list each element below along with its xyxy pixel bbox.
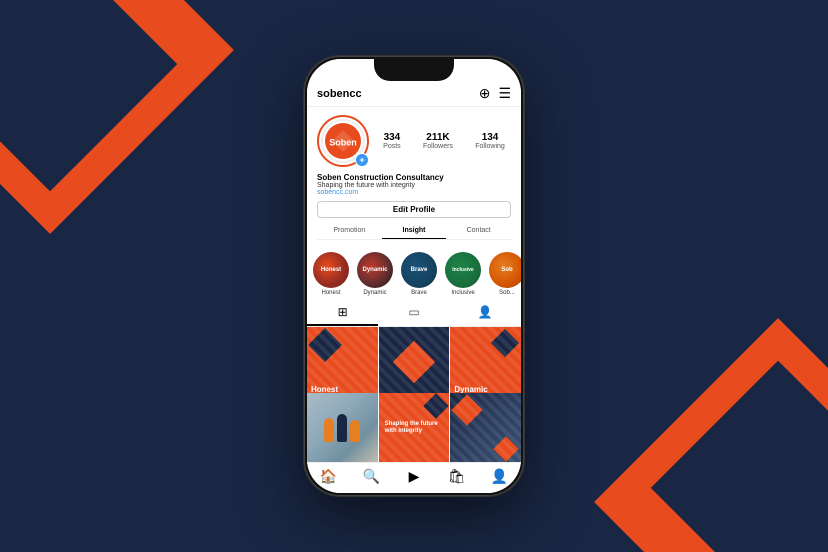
post2-stripes bbox=[379, 327, 450, 398]
highlight-inclusive[interactable]: Inclusive Inclusive bbox=[445, 252, 481, 296]
nav-shop[interactable]: 🛍 bbox=[435, 468, 478, 485]
ig-profile-section: Soben + 334 Posts bbox=[307, 107, 521, 248]
post-1-honest[interactable]: Honest Soben bbox=[307, 327, 378, 398]
highlight-dynamic[interactable]: Dynamic Dynamic bbox=[357, 252, 393, 296]
worker1 bbox=[324, 418, 334, 442]
highlight-brave[interactable]: Brave Brave bbox=[401, 252, 437, 296]
highlight-dynamic-label: Dynamic bbox=[363, 290, 386, 296]
highlight-inclusive-label: Inclusive bbox=[451, 290, 474, 296]
post3-stripes bbox=[450, 327, 521, 398]
post6-stripes bbox=[450, 393, 521, 462]
bio-name: Soben Construction Consultancy bbox=[317, 173, 511, 182]
post-6-dark-pattern[interactable] bbox=[450, 393, 521, 462]
post-2-dark[interactable] bbox=[379, 327, 450, 398]
phone-screen: sobencc ⊕ ☰ bbox=[307, 59, 521, 493]
profile-top: Soben + 334 Posts bbox=[317, 115, 511, 167]
followers-stat: 211K Followers bbox=[423, 132, 453, 150]
tab-promotion[interactable]: Promotion bbox=[317, 223, 382, 239]
edit-profile-button[interactable]: Edit Profile bbox=[317, 201, 511, 218]
avatar-container: Soben + bbox=[317, 115, 369, 167]
highlight-soben[interactable]: Sob Sob... bbox=[489, 252, 521, 296]
post-grid: Honest Soben Dynamic bbox=[307, 327, 521, 462]
view-toggle: ⊞ ▭ 👤 bbox=[307, 300, 521, 327]
worker3 bbox=[350, 420, 360, 442]
following-stat: 134 Following bbox=[475, 132, 505, 150]
menu-lines-icon[interactable]: ☰ bbox=[498, 85, 511, 102]
followers-label: Followers bbox=[423, 143, 453, 150]
post-3-dynamic[interactable]: Dynamic bbox=[450, 327, 521, 398]
post-4-workers[interactable] bbox=[307, 393, 378, 462]
plus-square-icon[interactable]: ⊕ bbox=[479, 85, 491, 102]
highlight-honest-label: Honest bbox=[321, 290, 340, 296]
post-5-shaping[interactable]: Shaping the future with integrity bbox=[379, 393, 450, 462]
followers-count: 211K bbox=[423, 132, 453, 143]
tab-contact[interactable]: Contact bbox=[446, 223, 511, 239]
grid-view-button[interactable]: ⊞ bbox=[307, 300, 378, 326]
nav-home[interactable]: 🏠 bbox=[307, 468, 350, 485]
phone-frame: sobencc ⊕ ☰ bbox=[304, 56, 524, 496]
tagged-view-button[interactable]: 👤 bbox=[450, 300, 521, 326]
svg-text:Soben: Soben bbox=[329, 138, 357, 148]
bg-chevron-top-left bbox=[0, 0, 234, 234]
post5-stripes bbox=[379, 393, 450, 462]
highlight-honest-label-inner: Honest bbox=[321, 267, 341, 273]
nav-profile[interactable]: 👤 bbox=[478, 468, 521, 485]
following-label: Following bbox=[475, 143, 505, 150]
story-highlights: Honest Honest Dynamic Dynamic Brave bbox=[307, 248, 521, 300]
worker2 bbox=[337, 414, 347, 442]
bio-text: Shaping the future with integrity bbox=[317, 182, 511, 189]
reels-view-button[interactable]: ▭ bbox=[378, 300, 449, 326]
soben-logo-svg: Soben bbox=[325, 123, 361, 159]
nav-search[interactable]: 🔍 bbox=[350, 468, 393, 485]
profile-stats: 334 Posts 211K Followers 134 Following bbox=[377, 132, 511, 150]
tab-insight[interactable]: Insight bbox=[382, 223, 447, 239]
posts-label: Posts bbox=[383, 143, 401, 150]
bg-chevron-bottom-right bbox=[594, 318, 828, 552]
avatar-add-icon[interactable]: + bbox=[355, 153, 369, 167]
phone-mockup: sobencc ⊕ ☰ bbox=[304, 56, 524, 496]
highlight-honest[interactable]: Honest Honest bbox=[313, 252, 349, 296]
posts-stat: 334 Posts bbox=[383, 132, 401, 150]
post4-content bbox=[307, 393, 378, 462]
following-count: 134 bbox=[475, 132, 505, 143]
bio-link[interactable]: sobencc.com bbox=[317, 189, 511, 196]
highlight-brave-label-inner: Brave bbox=[411, 267, 428, 273]
highlight-soben-label: Sob... bbox=[499, 290, 515, 296]
ig-username: sobencc bbox=[317, 88, 362, 100]
profile-bio: Soben Construction Consultancy Shaping t… bbox=[317, 173, 511, 196]
header-icons: ⊕ ☰ bbox=[479, 85, 511, 102]
nav-reels[interactable]: ▶ bbox=[393, 468, 436, 485]
highlight-brave-label: Brave bbox=[411, 290, 427, 296]
profile-tabs: Promotion Insight Contact bbox=[317, 223, 511, 240]
highlight-inclusive-label-inner: Inclusive bbox=[452, 267, 473, 273]
highlight-soben-label-inner: Sob bbox=[501, 267, 512, 273]
post4-workers bbox=[324, 414, 360, 442]
ig-bottom-nav: 🏠 🔍 ▶ 🛍 👤 bbox=[307, 462, 521, 493]
posts-count: 334 bbox=[383, 132, 401, 143]
instagram-app: sobencc ⊕ ☰ bbox=[307, 59, 521, 493]
highlight-dynamic-label-inner: Dynamic bbox=[362, 267, 387, 273]
phone-notch bbox=[374, 59, 454, 81]
